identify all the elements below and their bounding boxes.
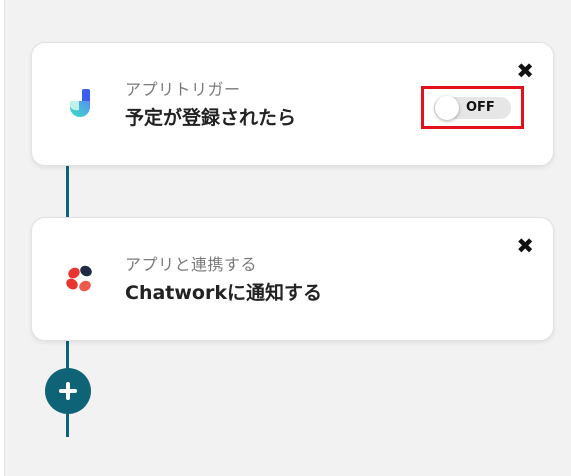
step-type-label: アプリと連携する [125,255,258,274]
close-icon[interactable]: ✖ [516,61,534,82]
flow-connector [66,166,69,217]
toggle-highlight-box: OFF [421,86,524,129]
toggle-state-label: OFF [466,100,495,115]
step-type-label: アプリトリガー [125,80,241,99]
toggle-knob [435,96,459,120]
step-title: 予定が登録されたら [125,107,297,129]
step-title: Chatworkに通知する [125,282,322,304]
trigger-step-card[interactable]: アプリトリガー 予定が登録されたら ✖ OFF [31,42,554,166]
flow-panel: アプリトリガー 予定が登録されたら ✖ OFF アプリと連携する Chatwor… [4,0,571,476]
chatwork-app-icon [62,260,98,296]
add-step-button[interactable] [45,368,91,414]
close-icon[interactable]: ✖ [516,236,534,257]
trigger-toggle-switch[interactable]: OFF [434,96,511,120]
jooto-app-icon [62,85,98,121]
action-step-card[interactable]: アプリと連携する Chatworkに通知する ✖ [31,217,554,341]
